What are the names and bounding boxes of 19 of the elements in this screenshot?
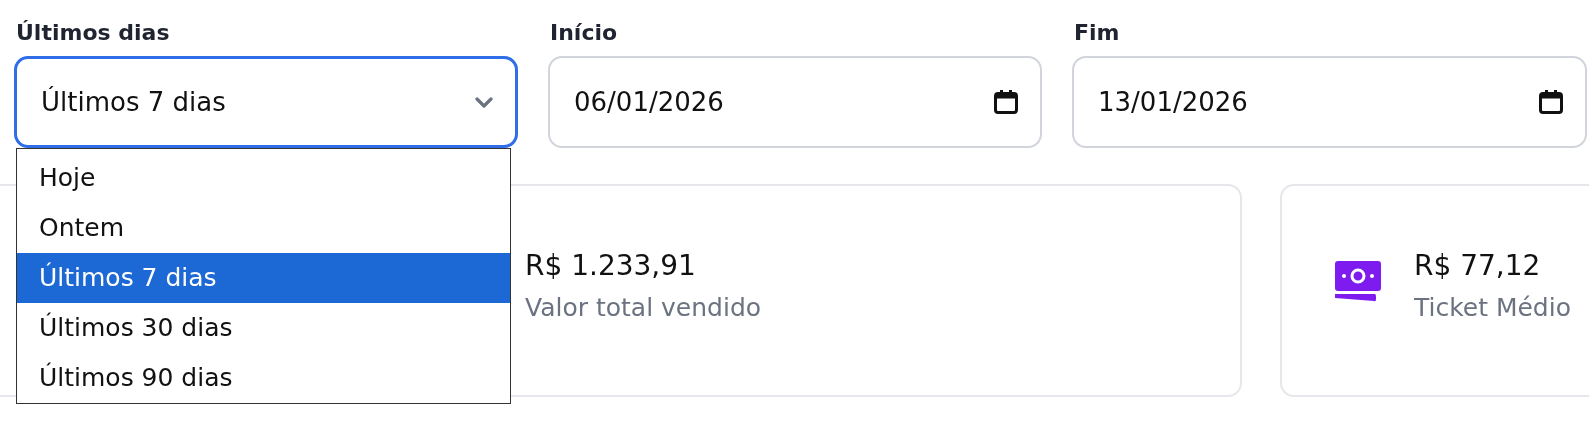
stat-caption: Valor total vendido: [525, 293, 762, 322]
stat-caption: Ticket Médio: [1414, 293, 1571, 322]
date-field[interactable]: 06/01/2026: [548, 56, 1042, 148]
dropdown-option[interactable]: Ontem: [17, 203, 510, 253]
calendar-icon: [1539, 90, 1563, 114]
dropdown-option[interactable]: Últimos 7 dias: [17, 253, 510, 303]
field-label: Fim: [1073, 20, 1121, 47]
field-label: Início: [549, 20, 619, 47]
dropdown-option[interactable]: Últimos 90 dias: [17, 353, 510, 403]
dropdown-option[interactable]: Últimos 30 dias: [17, 303, 510, 353]
calendar-icon: [994, 90, 1018, 114]
dropdown-option[interactable]: Hoje: [17, 153, 510, 203]
stat-value: R$ 1.233,91: [525, 249, 697, 284]
chevron-down-icon: [475, 96, 493, 108]
date-field[interactable]: 13/01/2026: [1072, 56, 1587, 148]
field-label: Últimos dias: [15, 20, 171, 47]
stat-value: R$ 77,12: [1414, 249, 1542, 284]
banknote-icon: [1335, 260, 1381, 302]
select-field[interactable]: Últimos 7 dias: [14, 56, 518, 148]
